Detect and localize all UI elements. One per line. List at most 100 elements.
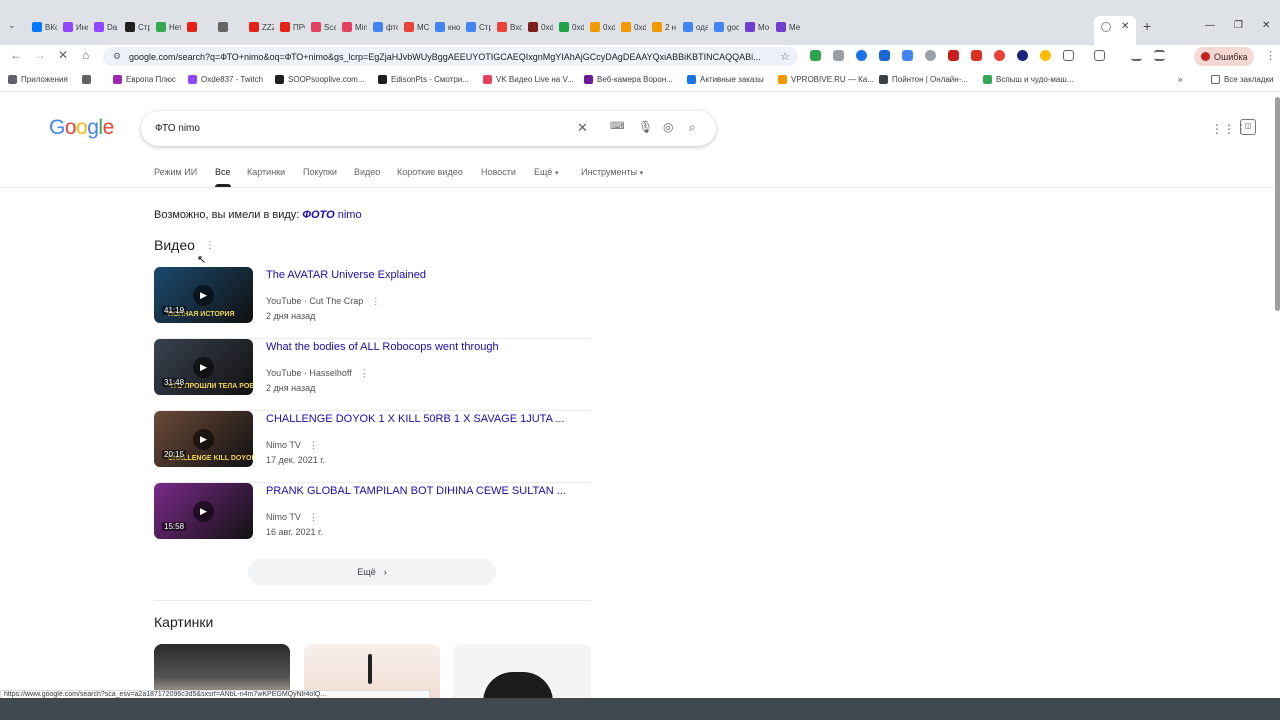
bookmark-item[interactable]: EdisonPts - Смотри...: [378, 75, 469, 84]
tab-news[interactable]: Новости: [481, 167, 516, 177]
video-title-link[interactable]: What the bodies of ALL Robocops went thr…: [266, 341, 499, 353]
browser-tab[interactable]: 0xd: [617, 16, 648, 38]
video-thumbnail[interactable]: ЧТО ПРОШЛИ ТЕЛА РОБОКОПОВ▶31:48: [154, 339, 253, 395]
browser-tab[interactable]: Ме: [772, 16, 803, 38]
browser-tab[interactable]: 0xd: [524, 16, 555, 38]
extension-icon[interactable]: [925, 50, 936, 61]
download-icon[interactable]: [1131, 50, 1142, 61]
clear-icon[interactable]: ✕: [577, 120, 588, 136]
puzzle-icon[interactable]: [1063, 50, 1074, 61]
video-thumbnail[interactable]: ▶ 15:58: [154, 483, 253, 539]
browser-tab[interactable]: МС: [400, 16, 431, 38]
avatar[interactable]: ◫: [1240, 119, 1256, 135]
tab-search-icon[interactable]: ⌄: [8, 20, 16, 31]
extension-icon[interactable]: [856, 50, 867, 61]
bookmark-item[interactable]: Активные заказы: [687, 75, 764, 84]
tab-active[interactable]: ✕: [1094, 16, 1136, 45]
extension-icon[interactable]: [1040, 50, 1051, 61]
video-result[interactable]: ЧТО ПРОШЛИ ТЕЛА РОБОКОПОВ▶31:48 What the …: [154, 339, 591, 411]
browser-tab[interactable]: Min: [338, 16, 369, 38]
browser-tab[interactable]: 0xd: [555, 16, 586, 38]
reading-list-icon[interactable]: [1154, 50, 1165, 61]
tab-ai-mode[interactable]: Режим ИИ: [154, 167, 197, 177]
more-options-icon[interactable]: ⋮: [371, 296, 380, 306]
bookmarks-overflow-icon[interactable]: »: [1178, 75, 1182, 84]
translate-icon[interactable]: [902, 50, 913, 61]
search-icon[interactable]: ⌕: [689, 120, 696, 135]
screenshot-icon[interactable]: [1094, 50, 1105, 61]
tab-videos[interactable]: Видео: [354, 167, 380, 177]
video-thumbnail[interactable]: CHALLENGE KILL DOYOK ▶ 20:15: [154, 411, 253, 467]
tab-all[interactable]: Все: [215, 167, 231, 187]
window-close-icon[interactable]: ✕: [1262, 20, 1270, 31]
more-options-icon[interactable]: ⋮: [360, 368, 369, 378]
video-result[interactable]: ПОЛНАЯ ИСТОРИЯ ▶ 41:19 The AVATAR Universe …: [154, 267, 591, 339]
browser-tab[interactable]: Da: [90, 16, 121, 38]
bookmark-item[interactable]: Европа Плюс: [113, 75, 176, 84]
video-title-link[interactable]: The AVATAR Universe Explained: [266, 269, 426, 281]
extension-icon[interactable]: [1017, 50, 1028, 61]
back-icon[interactable]: ←: [10, 48, 22, 62]
google-logo[interactable]: Google: [49, 116, 114, 140]
image-result[interactable]: [453, 644, 591, 700]
bookmark-item[interactable]: VK Видео Live на V...: [483, 75, 574, 84]
video-result[interactable]: ▶ 15:58 PRANK GLOBAL TAMPILAN BOT DIHINA C…: [154, 483, 591, 555]
profile-error-button[interactable]: Ошибка: [1194, 47, 1254, 66]
browser-tab[interactable]: [183, 16, 214, 38]
browser-tab[interactable]: goc: [710, 16, 741, 38]
bookmark-item[interactable]: Вспыш и чудо-маш...: [983, 75, 1073, 84]
minimize-icon[interactable]: —: [1205, 20, 1215, 31]
browser-tab[interactable]: Вхо: [493, 16, 524, 38]
browser-tab[interactable]: Sca: [307, 16, 338, 38]
browser-tab[interactable]: кно: [431, 16, 462, 38]
bookmark-item[interactable]: Oxde837 - Twitch: [188, 75, 263, 84]
more-options-icon[interactable]: ⋮: [309, 512, 318, 522]
tab-more[interactable]: Ещё ▾: [534, 167, 558, 177]
browser-tab[interactable]: 2 н: [648, 16, 679, 38]
extension-icon[interactable]: [879, 50, 890, 61]
lens-icon[interactable]: ◎: [663, 120, 673, 134]
bookmark-item[interactable]: Веб-камера Ворон...: [584, 75, 673, 84]
browser-tab[interactable]: Стр: [462, 16, 493, 38]
stop-icon[interactable]: ✕: [58, 48, 68, 62]
address-bar[interactable]: ⚙ google.com/search?q=ФТО+nimo&oq=ФТО+ni…: [103, 47, 798, 66]
forward-icon[interactable]: →: [34, 48, 46, 62]
restore-icon[interactable]: ❐: [1234, 20, 1243, 31]
browser-tab[interactable]: Инс: [59, 16, 90, 38]
browser-tab[interactable]: Нет: [152, 16, 183, 38]
extension-icon[interactable]: [833, 50, 844, 61]
tab-close-icon[interactable]: ✕: [1121, 22, 1129, 32]
bookmark-item[interactable]: [82, 75, 95, 84]
more-options-icon[interactable]: ⋮: [205, 240, 215, 251]
home-icon[interactable]: ⌂: [82, 48, 89, 62]
browser-tab[interactable]: ВКс: [28, 16, 59, 38]
search-box[interactable]: ФТО nimo ✕ ⌨ 🎙 ◎ ⌕: [141, 111, 716, 146]
browser-tab[interactable]: ода: [679, 16, 710, 38]
site-info-icon[interactable]: ⚙: [113, 51, 121, 62]
tab-shopping[interactable]: Покупки: [303, 167, 337, 177]
browser-tab[interactable]: Мо: [741, 16, 772, 38]
extension-icon[interactable]: [948, 50, 959, 61]
tab-short-videos[interactable]: Короткие видео: [397, 167, 463, 177]
bookmark-item[interactable]: Пойнтон | Онлайн-...: [879, 75, 968, 84]
browser-tab[interactable]: [214, 16, 245, 38]
suggestion-link[interactable]: ФОТО nimo: [302, 209, 361, 221]
tab-images[interactable]: Картинки: [247, 167, 285, 177]
browser-tab[interactable]: ПРС: [276, 16, 307, 38]
tab-tools[interactable]: Инструменты ▾: [581, 167, 643, 177]
browser-tab[interactable]: Стр: [121, 16, 152, 38]
microphone-icon[interactable]: 🎙: [638, 120, 653, 134]
browser-tab[interactable]: ZZZ: [245, 16, 276, 38]
video-result[interactable]: CHALLENGE KILL DOYOK ▶ 20:15 CHALLENGE DOYO…: [154, 411, 591, 483]
search-input[interactable]: ФТО nimo: [155, 123, 200, 134]
video-title-link[interactable]: PRANK GLOBAL TAMPILAN BOT DIHINA CEWE SU…: [266, 485, 566, 497]
extension-shield-icon[interactable]: [810, 50, 821, 61]
page-scrollbar[interactable]: [1275, 97, 1280, 311]
video-thumbnail[interactable]: ПОЛНАЯ ИСТОРИЯ ▶ 41:19: [154, 267, 253, 323]
pdf-icon[interactable]: [971, 50, 982, 61]
browser-tab[interactable]: фто: [369, 16, 400, 38]
browser-tab[interactable]: 0xd: [586, 16, 617, 38]
new-tab-button[interactable]: +: [1143, 18, 1151, 34]
more-videos-button[interactable]: Ещё ›: [248, 559, 496, 585]
browser-menu-icon[interactable]: ⋮: [1265, 49, 1276, 62]
